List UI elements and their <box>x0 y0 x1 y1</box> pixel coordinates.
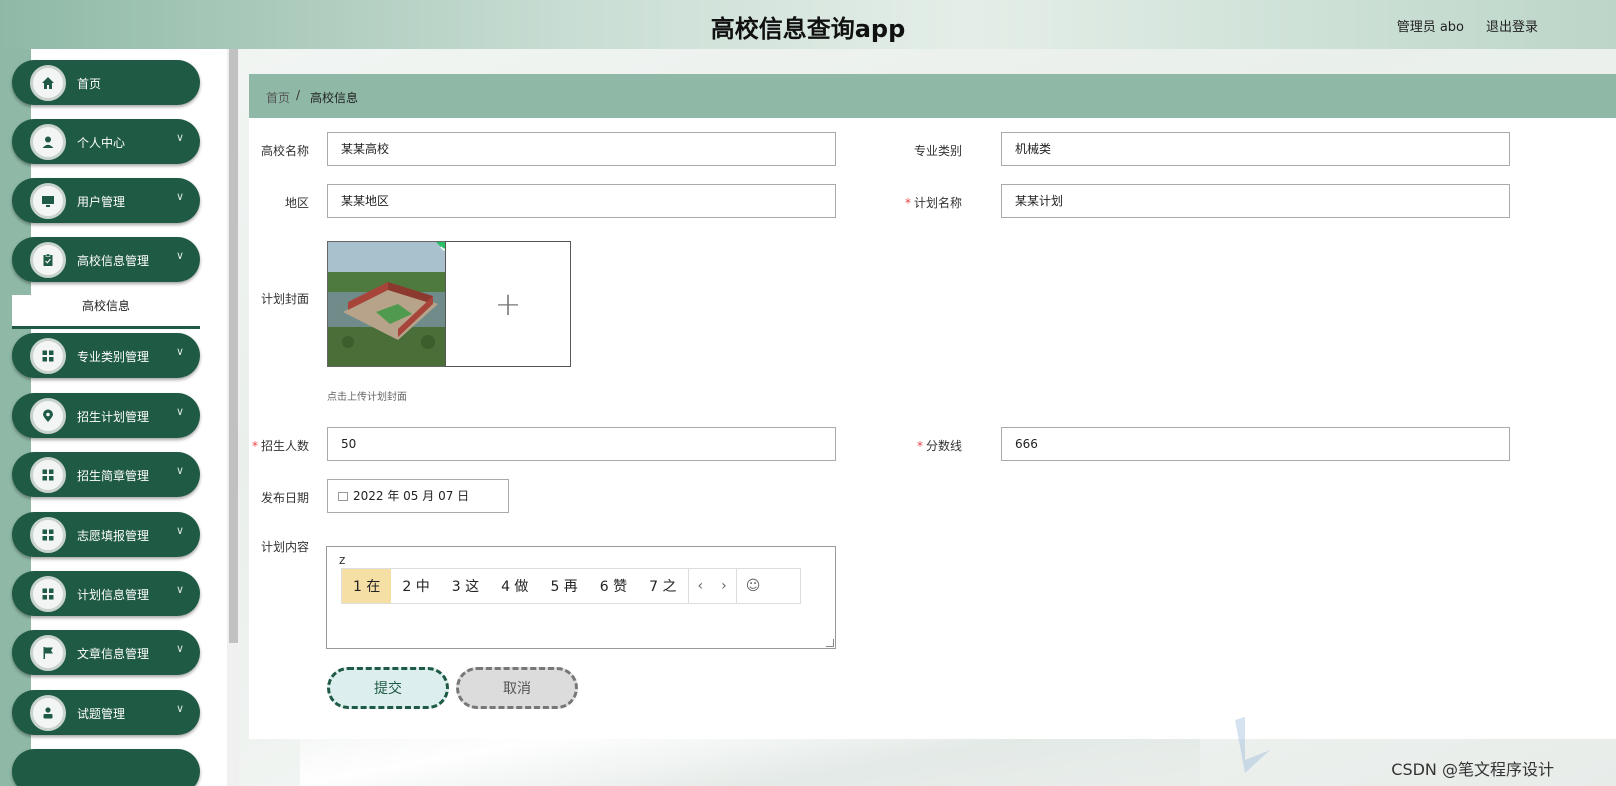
current-user: 管理员 abo <box>1396 20 1464 35</box>
logout-link[interactable]: 退出登录 <box>1486 16 1538 35</box>
grid-icon <box>30 457 66 493</box>
ime-candidate[interactable]: 3 这 <box>441 569 490 603</box>
chevron-down-icon: ∨ <box>175 464 184 477</box>
sidebar-item-major-category-management[interactable]: 专业类别管理 ∨ <box>12 333 200 378</box>
ime-prev-icon[interactable]: ‹ <box>687 569 713 603</box>
cover-image[interactable] <box>327 241 453 367</box>
sidebar-item-school-info-management[interactable]: 高校信息管理 ∨ <box>12 237 200 282</box>
major-category-label: 专业类别 <box>913 144 962 158</box>
ime-candidate[interactable]: 5 再 <box>539 569 588 603</box>
sidebar-item-home[interactable]: 首页 <box>12 60 200 105</box>
flag-icon <box>30 635 66 671</box>
grid-icon <box>30 576 66 612</box>
sidebar-item-question-management[interactable]: 试题管理 ∨ <box>12 690 200 735</box>
plan-name-label: * 计划名称 <box>904 196 962 210</box>
breadcrumb-home[interactable]: 首页 <box>266 89 290 106</box>
chevron-down-icon: ∨ <box>175 405 184 418</box>
region-label: 地区 <box>284 196 309 210</box>
resize-handle[interactable] <box>826 639 834 647</box>
sidebar-scrollbar[interactable] <box>229 49 238 643</box>
sidebar-item-label: 试题管理 <box>77 707 126 721</box>
upload-hint: 点击上传计划封面 <box>327 392 407 403</box>
breadcrumb: 首页 / 高校信息 <box>249 74 1616 118</box>
ime-candidate-bar: 1 在 2 中 3 这 4 做 5 再 6 赞 7 之 ‹ › ☺ <box>341 568 801 604</box>
chevron-down-icon: ∨ <box>175 345 184 358</box>
grid-icon <box>30 517 66 553</box>
publish-date-value: 2022 年 05 月 07 日 <box>353 489 470 503</box>
chevron-down-icon: ∨ <box>175 249 184 262</box>
school-name-label: 高校名称 <box>260 144 309 158</box>
chevron-down-icon: ∨ <box>175 702 184 715</box>
score-line-label: * 分数线 <box>916 439 962 453</box>
chevron-down-icon: ∨ <box>175 190 184 203</box>
cancel-button[interactable]: 取消 <box>456 667 578 709</box>
enroll-count-label: * 招生人数 <box>251 439 309 453</box>
app-title: 高校信息查询app <box>710 15 906 43</box>
sidebar-item-label: 招生计划管理 <box>77 410 150 424</box>
breadcrumb-separator: / <box>296 88 301 102</box>
content-label: 计划内容 <box>260 540 309 554</box>
home-icon <box>30 65 66 101</box>
chevron-down-icon: ∨ <box>175 583 184 596</box>
ime-candidate[interactable]: 7 之 <box>638 569 687 603</box>
watermark-logo-icon <box>1235 717 1270 773</box>
main-content: 首页 / 高校信息 高校名称 某某高校 专业类别 机械类 地区 某某地区 * 计划… <box>249 74 1616 739</box>
cover-label: 计划封面 <box>260 292 309 306</box>
breadcrumb-current: 高校信息 <box>310 91 359 105</box>
chevron-down-icon: ∨ <box>175 524 184 537</box>
chevron-down-icon: ∨ <box>175 131 184 144</box>
ime-candidate[interactable]: 1 在 <box>342 569 392 603</box>
publish-date-picker[interactable]: 2022 年 05 月 07 日 <box>327 479 509 513</box>
sidebar-item-label: 文章信息管理 <box>77 647 150 661</box>
region-input[interactable]: 某某地区 <box>327 184 836 218</box>
grid-icon <box>30 338 66 374</box>
sidebar-item-label: 高校信息管理 <box>77 254 150 268</box>
user-icon <box>30 695 66 731</box>
sidebar-item-article-management[interactable]: 文章信息管理 ∨ <box>12 630 200 675</box>
sidebar-item-personal-center[interactable]: 个人中心 ∨ <box>12 119 200 164</box>
sidebar-item-label: 个人中心 <box>77 136 126 150</box>
major-category-input[interactable]: 机械类 <box>1001 132 1510 166</box>
sidebar-item-label: 首页 <box>77 77 102 91</box>
required-mark: * <box>904 196 911 210</box>
person-icon <box>30 124 66 160</box>
monitor-icon <box>30 183 66 219</box>
ime-candidate[interactable]: 4 做 <box>490 569 539 603</box>
csdn-watermark: CSDN @笔文程序设计 <box>1391 760 1554 779</box>
content-value: z <box>339 553 346 567</box>
chevron-down-icon: ∨ <box>175 642 184 655</box>
location-icon <box>30 398 66 434</box>
sidebar-item-user-management[interactable]: 用户管理 ∨ <box>12 178 200 223</box>
clipboard-icon <box>30 242 66 278</box>
upload-add-button[interactable]: + <box>445 241 571 367</box>
sidebar-subitem-school-info[interactable]: 高校信息 <box>12 295 200 329</box>
sidebar-item-label: 志愿填报管理 <box>77 529 150 543</box>
sidebar-item-label: 专业类别管理 <box>77 350 150 364</box>
calendar-icon <box>338 492 348 501</box>
sidebar-item-application-management[interactable]: 志愿填报管理 ∨ <box>12 512 200 557</box>
publish-date-label: 发布日期 <box>260 491 309 505</box>
sidebar-item-brochure-management[interactable]: 招生简章管理 ∨ <box>12 452 200 497</box>
required-mark: * <box>251 439 258 453</box>
ime-candidate[interactable]: 2 中 <box>391 569 440 603</box>
plan-name-input[interactable]: 某某计划 <box>1001 184 1510 218</box>
ime-next-icon[interactable]: › <box>712 569 736 603</box>
sidebar-item-enrollment-plan-management[interactable]: 招生计划管理 ∨ <box>12 393 200 438</box>
enroll-count-input[interactable]: 50 <box>327 427 836 461</box>
sidebar-item-more[interactable] <box>12 749 200 786</box>
submit-button[interactable]: 提交 <box>327 667 449 709</box>
required-mark: * <box>916 439 923 453</box>
sidebar-item-label: 用户管理 <box>77 195 126 209</box>
sidebar-item-label: 招生简章管理 <box>77 469 150 483</box>
top-header: 高校信息查询app 管理员 abo 退出登录 <box>0 0 1616 49</box>
sidebar-item-label: 计划信息管理 <box>77 588 150 602</box>
ime-emoji-icon[interactable]: ☺ <box>735 569 770 603</box>
school-name-input[interactable]: 某某高校 <box>327 132 836 166</box>
ime-candidate[interactable]: 6 赞 <box>589 569 638 603</box>
score-line-input[interactable]: 666 <box>1001 427 1510 461</box>
sidebar-item-plan-info-management[interactable]: 计划信息管理 ∨ <box>12 571 200 616</box>
